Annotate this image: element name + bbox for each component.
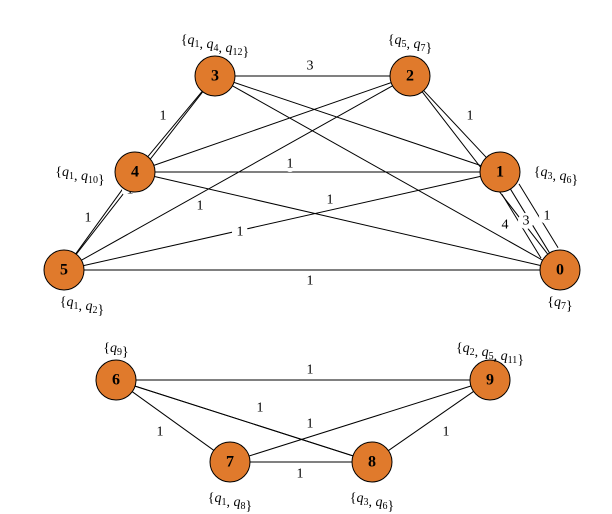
edge-weight-4-1: 1 <box>287 157 294 172</box>
edge-weight-8-6: 1 <box>257 401 264 416</box>
edge-weight-1-0: 4 <box>502 218 509 233</box>
node-id-3: 3 <box>211 68 219 85</box>
edge-weight-5-2: 1 <box>197 199 204 214</box>
edges-layer <box>76 76 558 462</box>
edge-2-1 <box>424 91 487 158</box>
node-label-1: {q3, q6} <box>534 165 578 188</box>
edge-weight-5-1: 1 <box>237 225 244 240</box>
node-label-0: {q7} <box>547 295 572 314</box>
node-id-1: 1 <box>496 164 504 181</box>
edge-weight-7-9: 1 <box>307 417 314 432</box>
edge-weight-4-0: 1 <box>327 193 334 208</box>
node-id-9: 9 <box>486 372 494 389</box>
node-label-3: {q1, q4, q12} <box>181 33 249 60</box>
edge-weight-7-8: 1 <box>297 467 304 482</box>
edge-weight-2-1: 1 <box>467 109 474 124</box>
edge-weight-1-0: 3 <box>523 214 530 229</box>
graph-diagram: 1111111131143111111 0123456789 {q7}{q3, … <box>0 0 612 514</box>
node-label-2: {q5, q7} <box>388 33 432 56</box>
node-id-2: 2 <box>406 68 414 85</box>
edge-weight-6-9: 1 <box>307 363 314 378</box>
edge-weight-8-9: 1 <box>443 425 450 440</box>
edge-weight-3-2: 3 <box>307 59 314 74</box>
node-id-6: 6 <box>112 372 120 389</box>
node-id-0: 0 <box>556 262 564 279</box>
node-label-8: {q3, q6} <box>350 491 394 514</box>
node-id-4: 4 <box>131 164 139 181</box>
edge-weight-4-3: 1 <box>160 109 167 124</box>
edge-4-3 <box>148 91 202 156</box>
edge-8-9 <box>388 391 473 450</box>
edge-weight-6-7: 1 <box>157 425 164 440</box>
node-label-5: {q1, q2} <box>60 295 104 318</box>
edge-8-6 <box>135 386 353 456</box>
edge-6-7 <box>132 392 214 451</box>
edge-weight-5-0: 1 <box>307 274 314 289</box>
node-id-7: 7 <box>226 454 234 471</box>
node-id-5: 5 <box>60 262 68 279</box>
node-label-7: {q1, q8} <box>208 491 252 514</box>
node-label-4: {q1, q10} <box>55 165 104 188</box>
edge-weight-5-4: 1 <box>85 211 92 226</box>
node-label-6: {q9} <box>103 341 128 360</box>
node-labels-layer: {q7} {q3, q6} {q5, q7} {q1, q4, q12} {q1, q1… <box>55 33 578 514</box>
edge-4-0 <box>154 176 540 265</box>
node-id-8: 8 <box>368 454 376 471</box>
edge-weight-1-0: 1 <box>544 209 551 224</box>
